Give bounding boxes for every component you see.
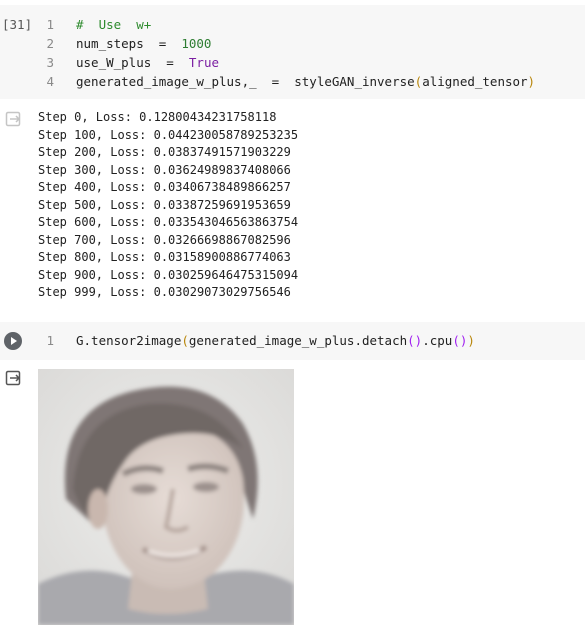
cell-output-text: Step 0, Loss: 0.12800434231758118 Step 10… — [38, 109, 298, 302]
code-cell-2[interactable]: 1 G.tensor2image(generated_image_w_plus.d… — [0, 322, 585, 360]
code-text: generated_image_w_plus,_ = styleGAN_inve… — [76, 74, 536, 89]
code-editor[interactable]: 1 # Use w+ 2 num_steps = 1000 3 use_W_plus = … — [40, 15, 535, 91]
line-number: 1 — [46, 17, 54, 32]
line-number: 4 — [46, 74, 54, 89]
code-line[interactable]: 2 num_steps = 1000 — [40, 34, 535, 53]
code-line[interactable]: 1 G.tensor2image(generated_image_w_plus.d… — [40, 331, 475, 350]
generated-face-image — [38, 369, 294, 625]
output-arrow-icon[interactable] — [4, 369, 22, 387]
output-line: Step 400, Loss: 0.03406738489866257 — [38, 180, 291, 194]
line-number: 2 — [46, 36, 54, 51]
execution-count: [31] — [2, 17, 33, 32]
line-number: 3 — [46, 55, 54, 70]
code-text: num_steps = 1000 — [76, 36, 212, 51]
code-line[interactable]: 1 # Use w+ — [40, 15, 535, 34]
code-text: # Use w+ — [76, 17, 152, 32]
code-line[interactable]: 3 use_W_plus = True — [40, 53, 535, 72]
code-text: G.tensor2image(generated_image_w_plus.de… — [76, 333, 475, 348]
output-line: Step 900, Loss: 0.030259646475315094 — [38, 267, 299, 282]
line-number: 1 — [46, 333, 54, 348]
output-arrow-icon[interactable] — [4, 110, 22, 128]
output-line: Step 800, Loss: 0.03158900886774063 — [38, 250, 291, 264]
output-line: Step 0, Loss: 0.12800434231758118 — [38, 110, 277, 124]
output-line: Step 300, Loss: 0.03624989837408066 — [38, 162, 291, 177]
code-line[interactable]: 4 generated_image_w_plus,_ = styleGAN_inv… — [40, 72, 535, 91]
run-cell-button[interactable] — [4, 332, 22, 350]
code-text: use_W_plus = True — [76, 55, 219, 70]
output-line: Step 100, Loss: 0.044230058789253235 — [38, 127, 299, 142]
output-line: Step 200, Loss: 0.03837491571903229 — [38, 145, 291, 159]
output-line: Step 600, Loss: 0.033543046563863754 — [38, 215, 299, 229]
output-line: Step 700, Loss: 0.03266698867082596 — [38, 232, 291, 247]
output-line: Step 999, Loss: 0.03029073029756546 — [38, 285, 291, 299]
output-line: Step 500, Loss: 0.03387259691953659 — [38, 197, 291, 212]
code-cell-1[interactable]: [31] 1 # Use w+ 2 num_steps = 1000 3 use_W_pl… — [0, 5, 585, 99]
code-editor[interactable]: 1 G.tensor2image(generated_image_w_plus.d… — [40, 331, 475, 350]
